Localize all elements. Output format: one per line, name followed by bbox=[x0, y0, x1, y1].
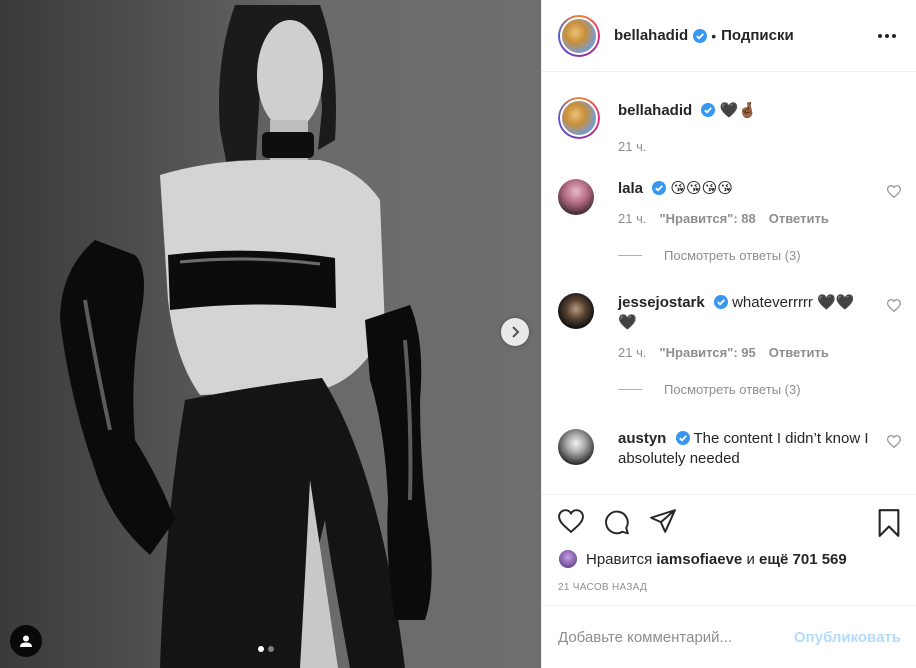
caption-username[interactable]: bellahadid bbox=[618, 102, 692, 119]
caption-avatar[interactable] bbox=[558, 97, 600, 139]
verified-badge-icon bbox=[693, 28, 708, 43]
photo-figure bbox=[60, 5, 432, 668]
carousel-indicator bbox=[258, 646, 274, 652]
next-slide-button[interactable] bbox=[501, 318, 529, 346]
comment-item: lala 😘😘😘😘 21 ч. "Нравится": 88 Ответить … bbox=[558, 179, 901, 263]
post-actions: Нравится iamsofiaeve и ещё 701 569 21 ЧА… bbox=[542, 494, 916, 604]
comment-text: 😘😘😘😘 bbox=[670, 180, 733, 197]
comment-likes-count[interactable]: "Нравится": 95 bbox=[659, 345, 755, 360]
comment-likes-count[interactable]: "Нравится": 88 bbox=[659, 211, 755, 226]
comment-time[interactable]: 21 ч. bbox=[618, 211, 646, 226]
comment-item: jessejostark whateverrrrr 🖤🖤🖤 21 ч. "Нра… bbox=[558, 293, 901, 397]
reply-button[interactable]: Ответить bbox=[769, 211, 829, 226]
comment-like-heart-icon[interactable] bbox=[887, 435, 901, 448]
comment-username[interactable]: jessejostark bbox=[618, 294, 705, 311]
verified-badge-icon bbox=[652, 181, 667, 195]
post-photo[interactable] bbox=[0, 0, 541, 668]
chevron-right-icon bbox=[512, 326, 520, 338]
view-replies-label: Посмотреть ответы (3) bbox=[664, 248, 801, 263]
tagged-users-button[interactable] bbox=[10, 625, 42, 657]
comment-username[interactable]: lala bbox=[618, 180, 643, 197]
comment-input[interactable] bbox=[558, 628, 794, 646]
caption-time[interactable]: 21 ч. bbox=[618, 139, 646, 154]
commenter-avatar[interactable] bbox=[558, 293, 594, 329]
caption: bellahadid 🖤🤞🏾 21 ч. bbox=[558, 97, 901, 154]
save-bookmark-icon[interactable] bbox=[877, 509, 901, 537]
likes-count[interactable]: ещё 701 569 bbox=[759, 551, 847, 568]
reply-button[interactable]: Ответить bbox=[769, 345, 829, 360]
separator-bullet: • bbox=[711, 27, 717, 44]
comment-like-heart-icon[interactable] bbox=[887, 299, 901, 312]
liker-avatar bbox=[558, 549, 578, 569]
following-button[interactable]: Подписки bbox=[721, 27, 794, 44]
user-icon bbox=[20, 635, 32, 647]
author-username[interactable]: bellahadid bbox=[614, 27, 688, 44]
commenter-avatar[interactable] bbox=[558, 429, 594, 465]
liker-username[interactable]: iamsofiaeve bbox=[656, 551, 742, 568]
comments-list[interactable]: bellahadid 🖤🤞🏾 21 ч. lala 😘😘😘😘 21 ч. "Нр… bbox=[542, 73, 916, 494]
post-side-panel: bellahadid • Подписки bellahadid 🖤🤞🏾 21 … bbox=[541, 0, 916, 668]
carousel-dot-active bbox=[258, 646, 264, 652]
carousel-dot bbox=[268, 646, 274, 652]
comment-item: austyn The content I didn’t know I absol… bbox=[558, 429, 901, 469]
more-options-button[interactable] bbox=[874, 30, 900, 42]
likes-conjunction: и bbox=[746, 550, 755, 568]
commenter-avatar[interactable] bbox=[558, 179, 594, 215]
view-replies-label: Посмотреть ответы (3) bbox=[664, 382, 801, 397]
post-header: bellahadid • Подписки bbox=[542, 0, 916, 72]
comment-bubble-icon[interactable] bbox=[604, 509, 630, 535]
comment-like-heart-icon[interactable] bbox=[887, 185, 901, 198]
view-replies-button[interactable]: Посмотреть ответы (3) bbox=[618, 382, 901, 397]
likes-summary[interactable]: Нравится iamsofiaeve и ещё 701 569 bbox=[558, 549, 847, 569]
comment-time[interactable]: 21 ч. bbox=[618, 345, 646, 360]
author-avatar[interactable] bbox=[558, 14, 600, 57]
likes-prefix: Нравится bbox=[586, 550, 653, 568]
view-replies-button[interactable]: Посмотреть ответы (3) bbox=[618, 248, 901, 263]
verified-badge-icon bbox=[675, 431, 690, 445]
share-paper-plane-icon[interactable] bbox=[650, 509, 676, 533]
like-heart-icon[interactable] bbox=[558, 509, 584, 533]
comment-username[interactable]: austyn bbox=[618, 430, 666, 447]
post-timestamp[interactable]: 21 ЧАСОВ НАЗАД bbox=[558, 582, 647, 593]
verified-badge-icon bbox=[713, 295, 728, 309]
publish-comment-button[interactable]: Опубликовать bbox=[794, 629, 901, 646]
caption-text: 🖤🤞🏾 bbox=[719, 102, 757, 119]
verified-badge-icon bbox=[701, 103, 716, 117]
add-comment-bar: Опубликовать bbox=[542, 605, 916, 668]
